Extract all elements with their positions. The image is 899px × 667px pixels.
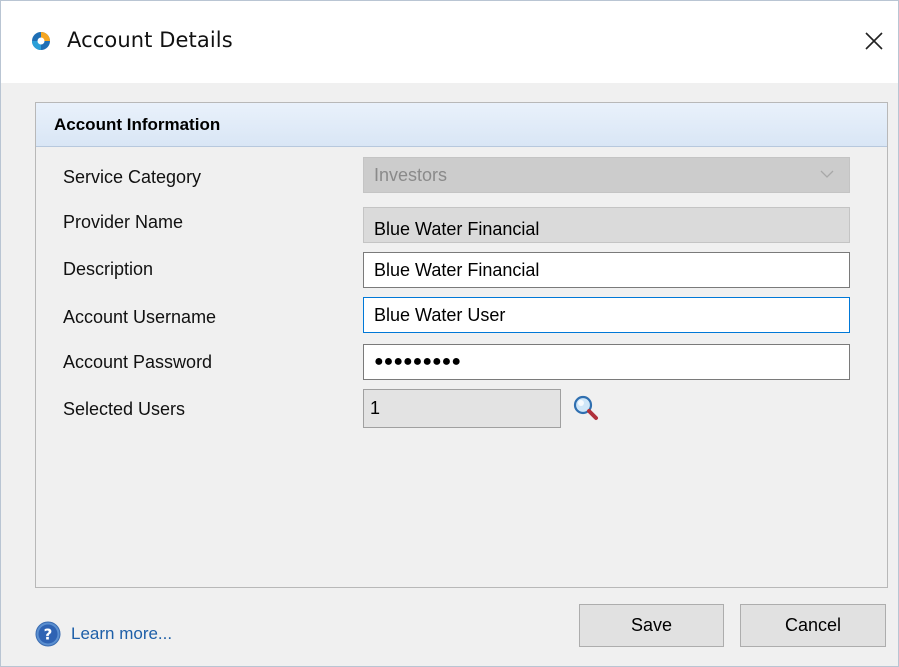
window-title: Account Details bbox=[67, 28, 233, 52]
account-password-value: ●●●●●●●●● bbox=[374, 353, 461, 370]
search-users-icon[interactable] bbox=[572, 394, 600, 422]
title-bar: Account Details bbox=[1, 1, 898, 83]
chevron-down-icon bbox=[820, 170, 834, 178]
service-category-value: Investors bbox=[374, 164, 448, 185]
account-username-input[interactable]: Blue Water User bbox=[363, 297, 850, 333]
account-password-label: Account Password bbox=[63, 352, 213, 372]
cancel-button[interactable]: Cancel bbox=[740, 604, 886, 647]
account-information-panel: Account Information Service Category Inv… bbox=[35, 102, 888, 588]
close-button[interactable] bbox=[854, 21, 894, 61]
app-logo-icon bbox=[32, 32, 50, 50]
account-username-label: Account Username bbox=[63, 307, 217, 327]
selected-users-value: 1 bbox=[370, 398, 381, 418]
section-header: Account Information bbox=[36, 103, 887, 147]
selected-users-field[interactable]: 1 bbox=[363, 389, 561, 428]
service-category-select[interactable]: Investors bbox=[363, 157, 850, 193]
provider-name-field[interactable]: Blue Water Financial bbox=[363, 207, 850, 243]
save-button[interactable]: Save bbox=[579, 604, 724, 647]
account-details-dialog: Account Details Account Information Serv… bbox=[0, 0, 899, 667]
section-title: Account Information bbox=[54, 115, 221, 134]
description-label: Description bbox=[63, 259, 154, 279]
help-icon: ? bbox=[35, 621, 61, 647]
description-value: Blue Water Financial bbox=[374, 259, 540, 280]
learn-more-link[interactable]: ? Learn more... bbox=[35, 621, 172, 647]
description-input[interactable]: Blue Water Financial bbox=[363, 252, 850, 288]
account-password-input[interactable]: ●●●●●●●●● bbox=[363, 344, 850, 380]
learn-more-label: Learn more... bbox=[71, 624, 173, 643]
selected-users-label: Selected Users bbox=[63, 399, 186, 419]
close-icon bbox=[865, 32, 883, 50]
provider-name-value: Blue Water Financial bbox=[374, 218, 540, 239]
provider-name-label: Provider Name bbox=[63, 212, 184, 232]
service-category-label: Service Category bbox=[63, 167, 202, 187]
svg-text:?: ? bbox=[44, 626, 53, 644]
account-username-value: Blue Water User bbox=[374, 304, 506, 325]
